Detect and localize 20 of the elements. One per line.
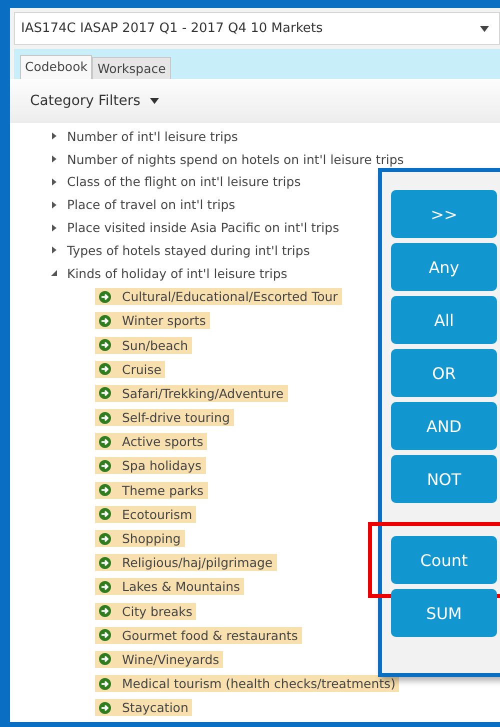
expand-triangle-icon[interactable] xyxy=(50,178,58,186)
caret-icon xyxy=(150,98,160,104)
expand-triangle-icon[interactable] xyxy=(50,155,58,164)
expand-triangle-icon[interactable] xyxy=(50,132,58,140)
tree-item[interactable]: Number of nights spend on hotels on int'l leisure trips xyxy=(67,152,404,167)
category-filters-menu[interactable]: Category Filters xyxy=(30,93,140,109)
tree-item[interactable]: Class of the flight on int'l leisure trips xyxy=(67,174,301,190)
tree-item[interactable]: Place of travel on int'l trips xyxy=(67,197,236,212)
tree-item[interactable]: Number of int'l leisure trips xyxy=(67,128,238,144)
caret-icon xyxy=(480,26,489,32)
tree-item[interactable]: Place visited inside Asia Pacific on int'l trips xyxy=(67,220,340,236)
collapse-triangle-icon[interactable] xyxy=(50,269,58,278)
expand-triangle-icon[interactable] xyxy=(50,246,58,254)
dataset-select[interactable]: IAS174C IASAP 2017 Q1 - 2017 Q4 10 Markets xyxy=(14,12,500,45)
expand-triangle-icon[interactable] xyxy=(50,224,58,232)
tab[interactable]: Codebook xyxy=(20,55,92,79)
tree-item[interactable]: Kinds of holiday of int'l leisure trips xyxy=(67,266,288,281)
tree-item[interactable]: Types of hotels stayed during int'l trips xyxy=(67,242,310,258)
tab[interactable]: Workspace xyxy=(92,57,171,79)
expand-triangle-icon[interactable] xyxy=(50,200,58,209)
